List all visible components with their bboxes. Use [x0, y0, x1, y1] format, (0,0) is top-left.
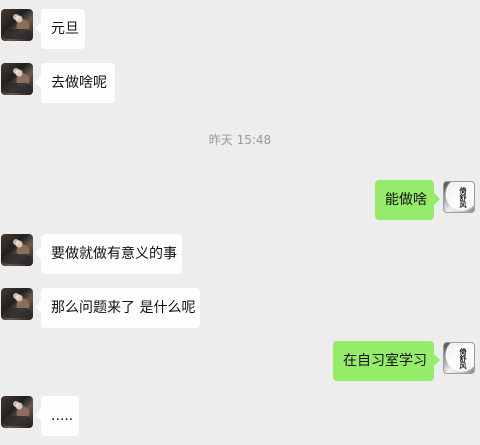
conversation-timestamp: 昨天 15:48	[208, 133, 272, 147]
message-bubble-incoming[interactable]: 元旦	[35, 9, 85, 49]
message-text: 那么问题来了 是什么呢	[51, 300, 196, 316]
message-text: 元旦	[51, 21, 79, 37]
contact-avatar[interactable]	[1, 63, 33, 95]
message-bubble-incoming[interactable]: 去做啥呢	[35, 63, 115, 103]
message-text: 能做啥	[385, 192, 427, 208]
avatar-seal-text: 倚舒风	[459, 347, 468, 369]
chat-conversation: 元旦 去做啥呢 昨天 15:48 能做啥 倚舒风 要做就做有意义的事 那么问题来…	[0, 0, 480, 445]
message-text: 要做就做有意义的事	[51, 246, 177, 262]
avatar-seal-text: 倚舒风	[459, 186, 468, 208]
contact-avatar[interactable]	[1, 288, 33, 320]
message-text: 去做啥呢	[51, 75, 107, 91]
message-bubble-outgoing[interactable]: 在自习室学习	[333, 341, 440, 381]
contact-avatar[interactable]	[1, 234, 33, 266]
message-bubble-incoming[interactable]: 那么问题来了 是什么呢	[35, 288, 200, 328]
message-bubble-incoming[interactable]: 要做就做有意义的事	[35, 234, 182, 274]
message-bubble-incoming[interactable]: .....	[35, 396, 79, 436]
contact-avatar[interactable]	[1, 396, 33, 428]
my-avatar[interactable]: 倚舒风	[443, 342, 475, 374]
my-avatar[interactable]: 倚舒风	[443, 181, 475, 213]
contact-avatar[interactable]	[1, 9, 33, 41]
message-text: 在自习室学习	[343, 353, 427, 369]
message-text: .....	[51, 408, 74, 424]
message-bubble-outgoing[interactable]: 能做啥	[375, 180, 440, 220]
